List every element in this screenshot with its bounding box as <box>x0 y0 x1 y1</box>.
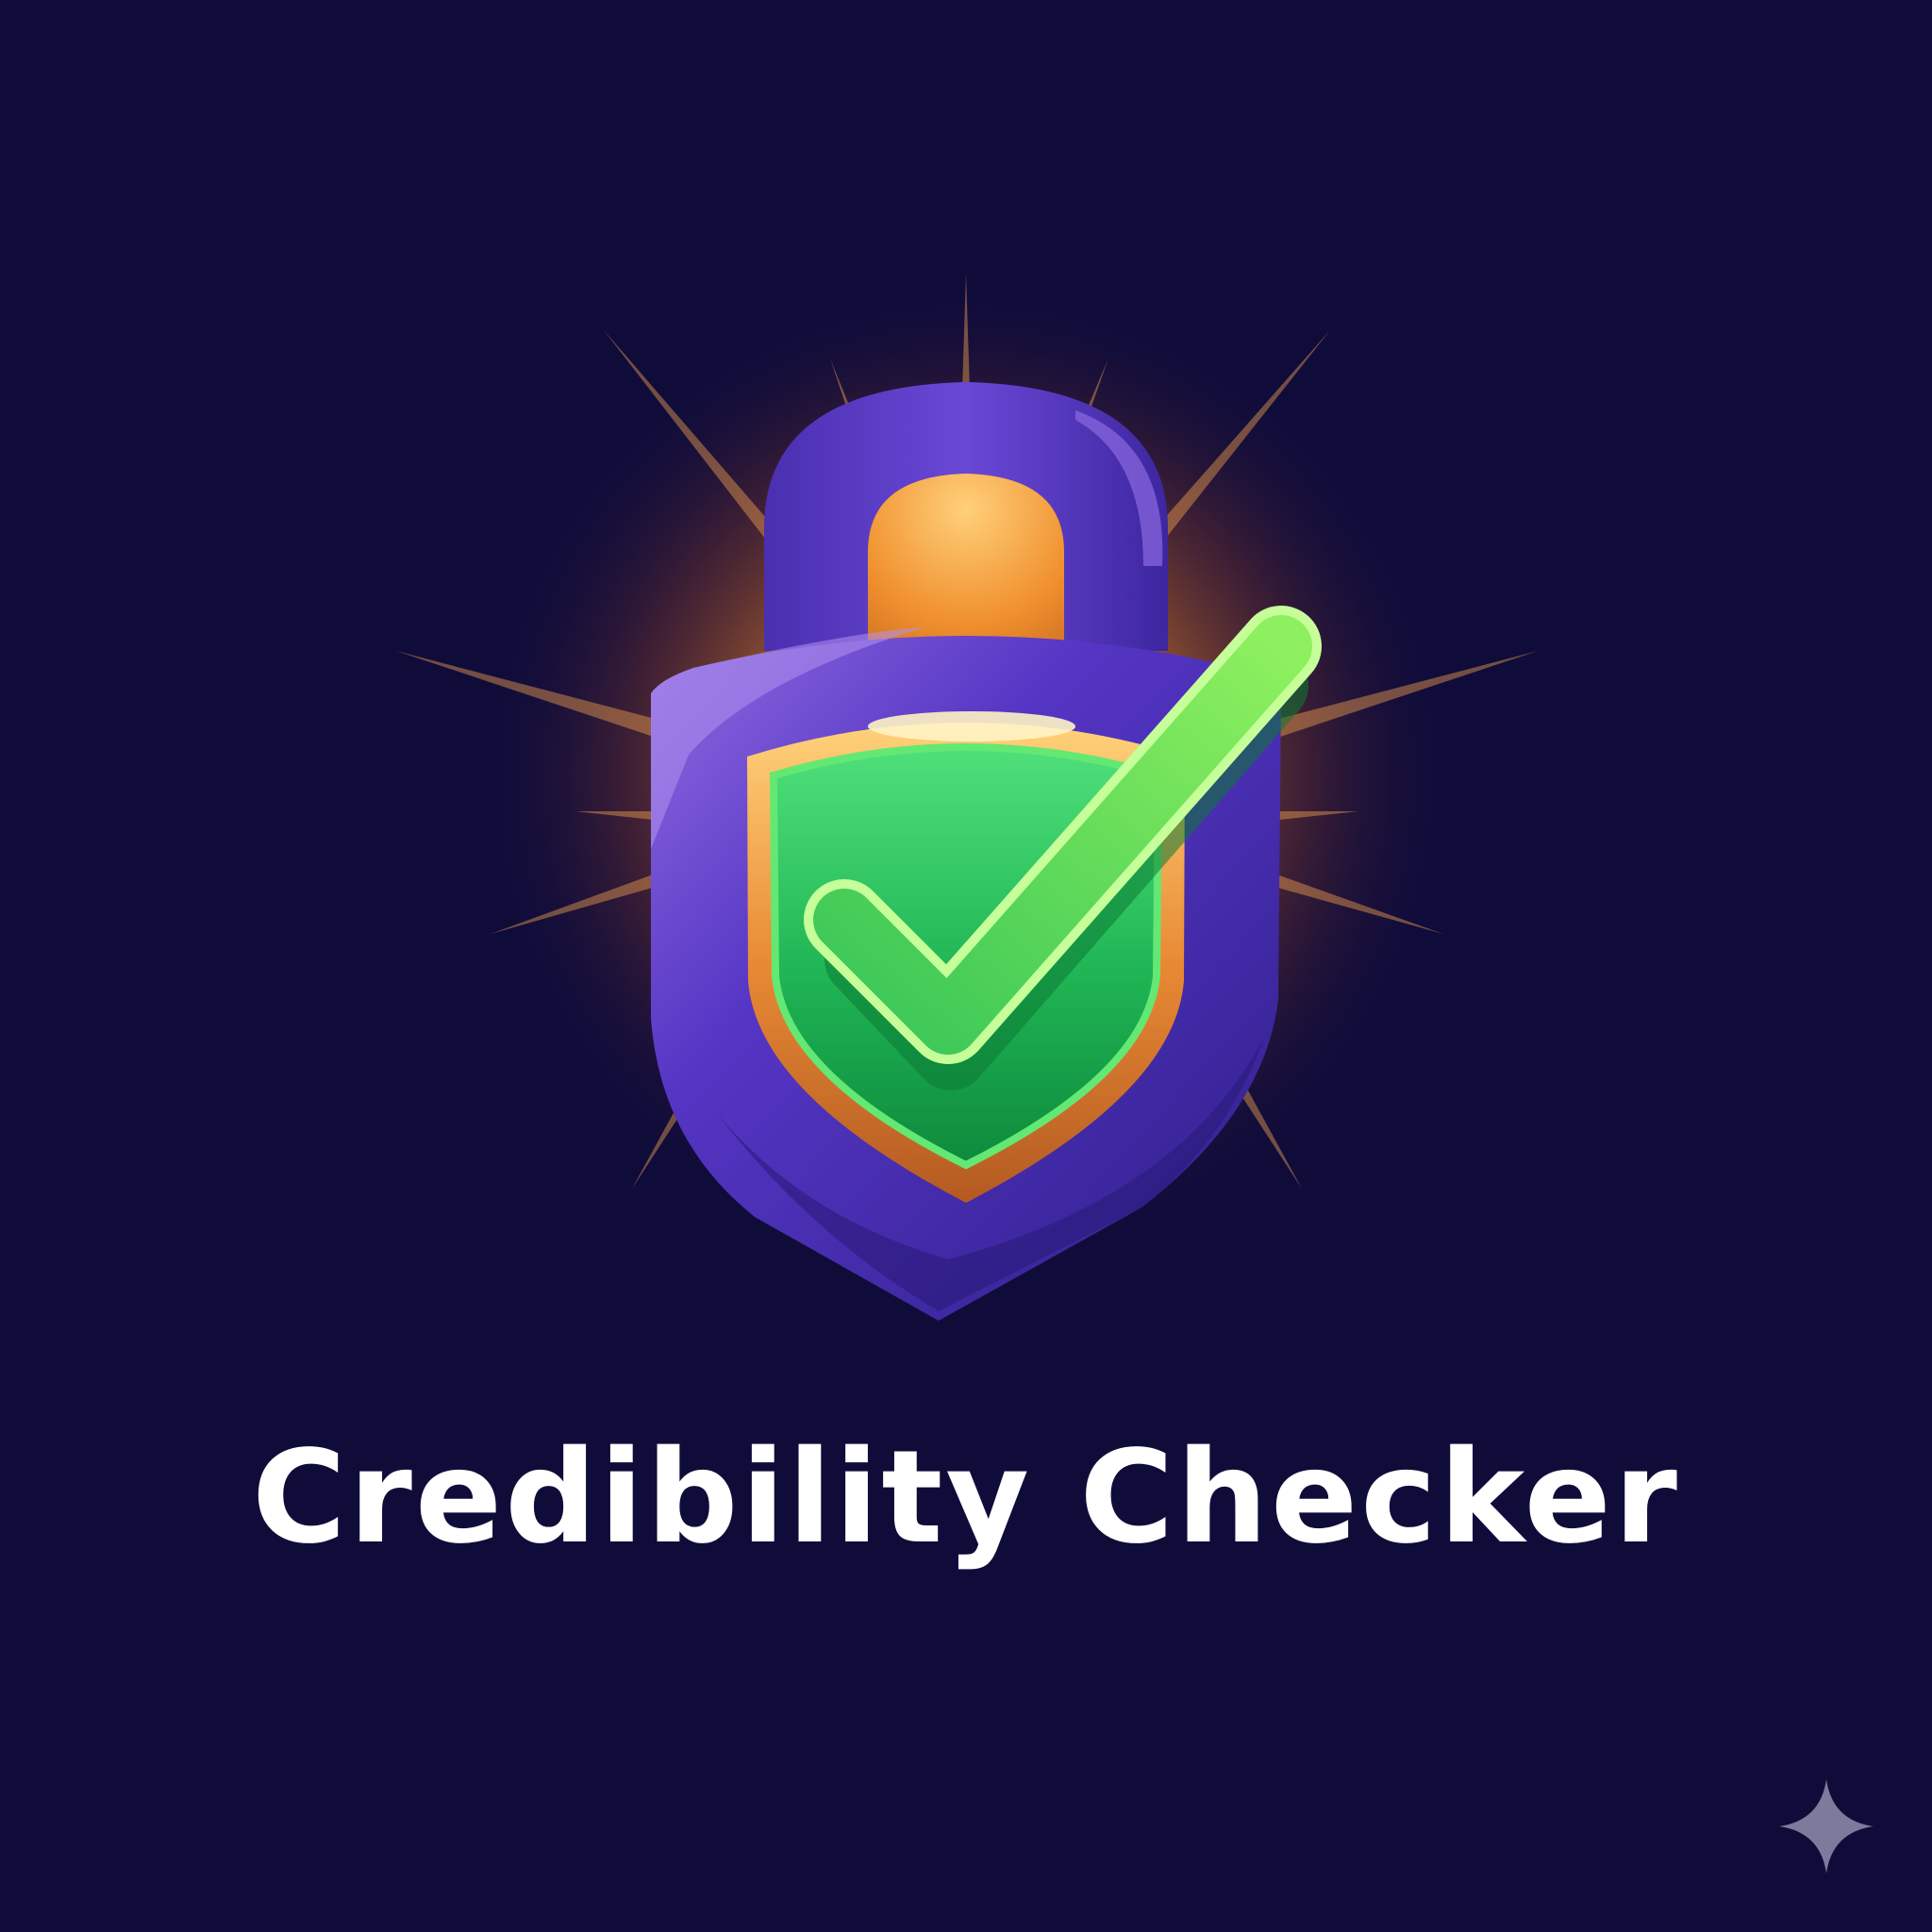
sparkle-icon <box>1779 1779 1874 1874</box>
padlock-shield-checkmark-icon <box>396 274 1538 1321</box>
app-title: Credibility Checker <box>252 1424 1680 1573</box>
shield-top-glow <box>868 711 1075 741</box>
shackle-inner-glow <box>868 474 1064 651</box>
app-icon-canvas: Credibility Checker <box>0 0 1932 1932</box>
